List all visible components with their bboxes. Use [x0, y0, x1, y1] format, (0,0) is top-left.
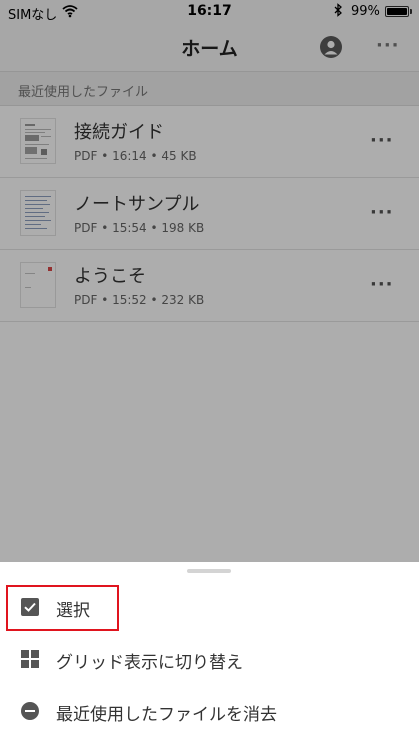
minus-circle-icon	[21, 702, 39, 720]
sheet-drag-handle[interactable]	[187, 569, 231, 573]
clear-recent-action[interactable]: 最近使用したファイルを消去	[0, 686, 419, 738]
grid-icon	[21, 650, 39, 668]
modal-backdrop[interactable]	[0, 0, 419, 562]
clear-recent-action-label: 最近使用したファイルを消去	[56, 705, 277, 725]
grid-view-action-label: グリッド表示に切り替え	[56, 653, 243, 673]
grid-view-action[interactable]: グリッド表示に切り替え	[0, 634, 419, 686]
highlight-box	[6, 585, 119, 631]
